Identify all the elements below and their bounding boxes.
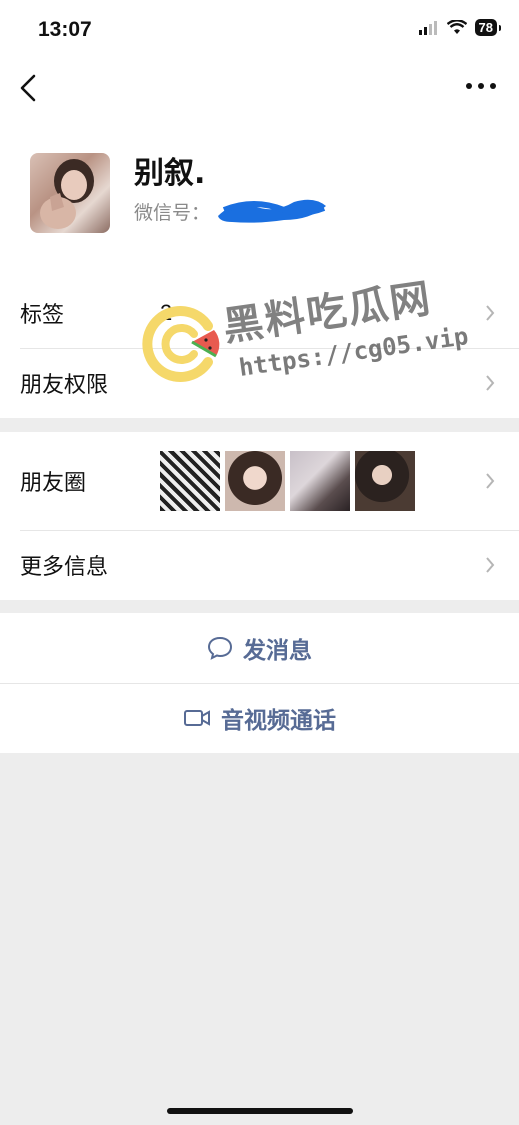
tags-row[interactable]: 标签 2 bbox=[0, 278, 519, 348]
friend-permissions-row[interactable]: 朋友权限 bbox=[0, 348, 519, 418]
more-icon[interactable] bbox=[465, 76, 497, 96]
nav-bar bbox=[0, 60, 519, 118]
moments-label: 朋友圈 bbox=[20, 471, 87, 496]
moments-thumbnail bbox=[160, 451, 220, 511]
profile-header: 别叙. 微信号： bbox=[0, 118, 519, 278]
moments-thumbnail bbox=[355, 451, 415, 511]
action-group: 发消息 音视频通话 bbox=[0, 613, 519, 753]
wechat-id-label: 微信号： bbox=[134, 201, 211, 224]
tags-count: 2 bbox=[160, 300, 173, 325]
chevron-right-icon bbox=[486, 375, 495, 391]
settings-group-2: 朋友圈 更多信息 bbox=[0, 432, 519, 600]
status-icons: 78 bbox=[418, 19, 502, 36]
chevron-right-icon bbox=[486, 473, 495, 489]
signal-icon bbox=[418, 20, 437, 35]
moments-thumbnails bbox=[160, 451, 415, 511]
moments-row[interactable]: 朋友圈 bbox=[0, 432, 519, 530]
avatar-photo bbox=[40, 159, 94, 229]
friend-permissions-label: 朋友权限 bbox=[20, 373, 109, 398]
nickname: 别叙. bbox=[134, 156, 206, 191]
moments-thumbnail bbox=[290, 451, 350, 511]
battery-indicator: 78 bbox=[474, 19, 502, 36]
redaction-scribble bbox=[218, 199, 327, 223]
video-call-button[interactable]: 音视频通话 bbox=[0, 683, 519, 753]
more-info-label: 更多信息 bbox=[20, 555, 109, 580]
back-icon[interactable] bbox=[18, 72, 42, 104]
chat-bubble-icon bbox=[207, 636, 233, 660]
status-time: 13:07 bbox=[38, 18, 92, 41]
send-message-button[interactable]: 发消息 bbox=[0, 613, 519, 683]
wifi-icon bbox=[446, 20, 467, 34]
video-camera-icon bbox=[184, 710, 210, 726]
status-bar: 13:07 78 bbox=[0, 0, 519, 60]
send-message-label: 发消息 bbox=[243, 638, 312, 664]
more-info-row[interactable]: 更多信息 bbox=[0, 530, 519, 600]
wechat-id: 微信号： bbox=[134, 196, 330, 226]
tags-label: 标签 bbox=[20, 303, 65, 328]
settings-group-1: 标签 2 朋友权限 bbox=[0, 278, 519, 418]
home-indicator bbox=[167, 1108, 353, 1114]
chevron-right-icon bbox=[486, 557, 495, 573]
chevron-right-icon bbox=[486, 305, 495, 321]
video-call-label: 音视频通话 bbox=[221, 708, 336, 734]
avatar[interactable] bbox=[30, 153, 110, 233]
moments-thumbnail bbox=[225, 451, 285, 511]
